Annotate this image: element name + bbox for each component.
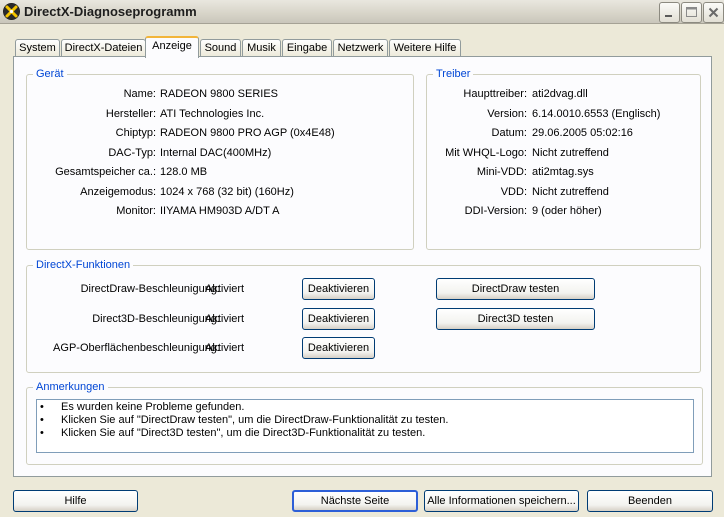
help-button[interactable]: Hilfe	[13, 490, 138, 512]
driver-group: Treiber Haupttreiber: ati2dvag.dll Versi…	[426, 67, 701, 250]
feature-status: Aktiviert	[205, 313, 245, 325]
device-row-display-mode: Anzeigemodus: 1024 x 768 (32 bit) (160Hz…	[27, 185, 413, 199]
device-label: DAC-Typ:	[108, 147, 156, 159]
notes-title: Anmerkungen	[33, 380, 108, 394]
exit-button[interactable]: Beenden	[587, 490, 713, 512]
bullet: •	[40, 427, 44, 439]
feature-status: Aktiviert	[205, 283, 245, 295]
directx-features-title: DirectX-Funktionen	[33, 258, 134, 272]
feature-label: AGP-Oberflächenbeschleunigung:	[53, 342, 220, 354]
note-text: Klicken Sie auf "Direct3D testen", um di…	[61, 427, 426, 439]
tab-input[interactable]: Eingabe	[282, 39, 332, 57]
driver-value: 29.06.2005 05:02:16	[532, 127, 633, 139]
driver-row-ddi-version: DDI-Version: 9 (oder höher)	[427, 204, 700, 218]
disable-directdraw-button[interactable]: Deaktivieren	[302, 278, 375, 300]
test-directdraw-button[interactable]: DirectDraw testen	[436, 278, 595, 300]
list-item: • Klicken Sie auf "DirectDraw testen", u…	[37, 414, 693, 427]
driver-value: ati2mtag.sys	[532, 166, 594, 178]
disable-agp-button[interactable]: Deaktivieren	[302, 337, 375, 359]
device-row-memory: Gesamtspeicher ca.: 128.0 MB	[27, 165, 413, 179]
test-direct3d-button[interactable]: Direct3D testen	[436, 308, 595, 330]
driver-label: DDI-Version:	[464, 205, 527, 217]
device-group: Gerät Name: RADEON 9800 SERIES Herstelle…	[26, 67, 414, 250]
device-value: ATI Technologies Inc.	[160, 108, 265, 120]
feature-label: DirectDraw-Beschleunigung:	[80, 283, 220, 295]
device-label: Chiptyp:	[115, 127, 156, 139]
bullet: •	[40, 414, 44, 426]
driver-value: 6.14.0010.6553 (Englisch)	[532, 108, 661, 120]
device-label: Anzeigemodus:	[80, 186, 156, 198]
feature-label: Direct3D-Beschleunigung:	[92, 313, 220, 325]
tab-more-help[interactable]: Weitere Hilfe	[389, 39, 461, 57]
device-row-monitor: Monitor: IIYAMA HM903D A/DT A	[27, 204, 413, 218]
tab-network[interactable]: Netzwerk	[333, 39, 388, 57]
title-bar[interactable]: DirectX-Diagnoseprogramm	[0, 0, 724, 24]
driver-label: Datum:	[491, 127, 527, 139]
tab-music[interactable]: Musik	[242, 39, 281, 57]
directx-diag-window: DirectX-Diagnoseprogramm System DirectX-…	[0, 0, 724, 517]
driver-value: Nicht zutreffend	[532, 186, 609, 198]
driver-label: Haupttreiber:	[463, 88, 527, 100]
device-value: 128.0 MB	[160, 166, 208, 178]
tab-directx-files[interactable]: DirectX-Dateien	[61, 39, 146, 57]
driver-group-title: Treiber	[433, 67, 474, 81]
driver-row-whql: Mit WHQL-Logo: Nicht zutreffend	[427, 146, 700, 160]
driver-value: Nicht zutreffend	[532, 147, 609, 159]
device-row-name: Name: RADEON 9800 SERIES	[27, 87, 413, 101]
minimize-icon	[665, 15, 672, 17]
driver-value: 9 (oder höher)	[532, 205, 602, 217]
directx-logo-icon	[3, 3, 20, 20]
close-icon	[708, 7, 719, 18]
driver-value: ati2dvag.dll	[532, 88, 588, 100]
device-value: Internal DAC(400MHz)	[160, 147, 272, 159]
device-label: Gesamtspeicher ca.:	[55, 166, 156, 178]
maximize-icon	[686, 7, 697, 17]
save-all-info-button[interactable]: Alle Informationen speichern...	[424, 490, 579, 512]
feature-status: Aktiviert	[205, 342, 245, 354]
device-value: IIYAMA HM903D A/DT A	[160, 205, 280, 217]
next-page-button[interactable]: Nächste Seite	[292, 490, 418, 512]
tab-sound[interactable]: Sound	[200, 39, 241, 57]
driver-row-vdd: VDD: Nicht zutreffend	[427, 185, 700, 199]
note-text: Es wurden keine Probleme gefunden.	[61, 401, 245, 413]
close-button[interactable]	[703, 2, 724, 23]
driver-label: Mini-VDD:	[476, 166, 527, 178]
device-label: Monitor:	[116, 205, 156, 217]
driver-label: VDD:	[500, 186, 527, 198]
notes-group: Anmerkungen • Es wurden keine Probleme g…	[26, 380, 703, 465]
directx-features-group: DirectX-Funktionen DirectDraw-Beschleuni…	[26, 258, 701, 373]
window-title: DirectX-Diagnoseprogramm	[24, 4, 197, 19]
display-tab-panel: Gerät Name: RADEON 9800 SERIES Herstelle…	[13, 56, 712, 477]
notes-listbox[interactable]: • Es wurden keine Probleme gefunden. • K…	[36, 399, 694, 453]
tab-system[interactable]: System	[15, 39, 60, 57]
bullet: •	[40, 401, 44, 413]
device-label: Name:	[123, 88, 156, 100]
disable-direct3d-button[interactable]: Deaktivieren	[302, 308, 375, 330]
device-row-dac-type: DAC-Typ: Internal DAC(400MHz)	[27, 146, 413, 160]
note-text: Klicken Sie auf "DirectDraw testen", um …	[61, 414, 449, 426]
list-item: • Es wurden keine Probleme gefunden.	[37, 401, 693, 414]
maximize-button[interactable]	[681, 2, 702, 23]
device-value: RADEON 9800 SERIES	[160, 88, 278, 100]
driver-row-mini-vdd: Mini-VDD: ati2mtag.sys	[427, 165, 700, 179]
device-value: RADEON 9800 PRO AGP (0x4E48)	[160, 127, 335, 139]
minimize-button[interactable]	[659, 2, 680, 23]
device-label: Hersteller:	[105, 108, 156, 120]
driver-row-date: Datum: 29.06.2005 05:02:16	[427, 126, 700, 140]
device-row-chip-type: Chiptyp: RADEON 9800 PRO AGP (0x4E48)	[27, 126, 413, 140]
driver-row-version: Version: 6.14.0010.6553 (Englisch)	[427, 107, 700, 121]
device-value: 1024 x 768 (32 bit) (160Hz)	[160, 186, 294, 198]
driver-label: Version:	[487, 108, 527, 120]
driver-row-main-driver: Haupttreiber: ati2dvag.dll	[427, 87, 700, 101]
device-row-manufacturer: Hersteller: ATI Technologies Inc.	[27, 107, 413, 121]
driver-label: Mit WHQL-Logo:	[445, 147, 527, 159]
tab-display[interactable]: Anzeige	[145, 36, 199, 58]
device-group-title: Gerät	[33, 67, 67, 81]
list-item: • Klicken Sie auf "Direct3D testen", um …	[37, 427, 693, 440]
